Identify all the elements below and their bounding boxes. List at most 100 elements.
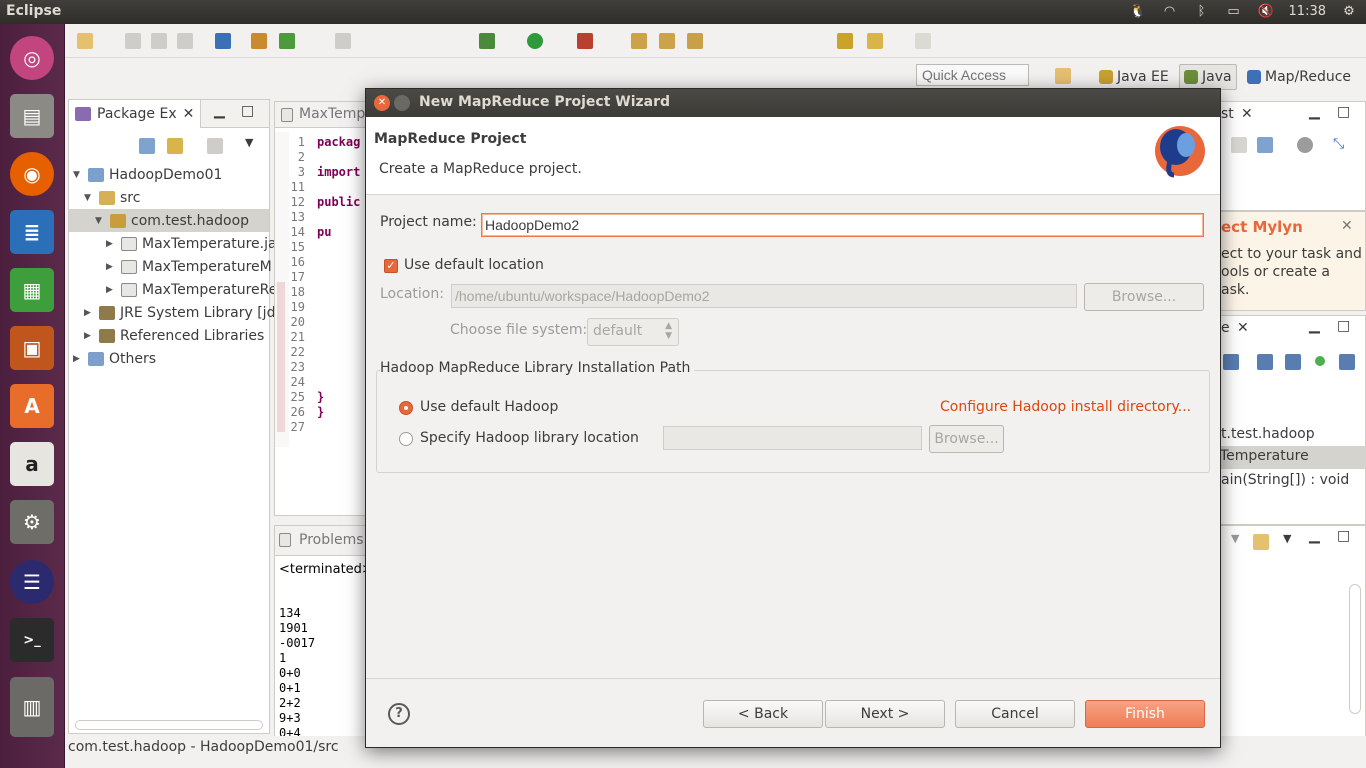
linux-tux-icon[interactable]: 🐧 bbox=[1129, 3, 1147, 19]
previous-edit-icon[interactable] bbox=[837, 33, 853, 49]
browse-hadoop-button[interactable]: Browse... bbox=[929, 425, 1004, 453]
run-icon[interactable] bbox=[527, 33, 543, 49]
tree-item-jre[interactable]: ▶ JRE System Library [jdl bbox=[84, 301, 279, 324]
file-system-select[interactable]: default ▲ ▼ bbox=[587, 318, 679, 346]
maximize-icon[interactable]: □ bbox=[1337, 318, 1350, 334]
minimize-icon[interactable]: ▁ bbox=[1309, 528, 1320, 544]
tree-item-file[interactable]: ▶ MaxTemperatureRe bbox=[106, 278, 277, 301]
launcher-dash-button[interactable]: ◎ bbox=[6, 32, 58, 84]
minimize-window-button[interactable] bbox=[394, 95, 410, 111]
forward-arrow-icon[interactable] bbox=[915, 33, 931, 49]
help-icon[interactable]: ? bbox=[388, 703, 410, 725]
specify-hadoop-location-radio[interactable] bbox=[399, 432, 413, 446]
hide-fields-icon[interactable] bbox=[1257, 354, 1273, 370]
save-icon[interactable] bbox=[125, 33, 141, 49]
gear-icon[interactable]: ⚙ bbox=[1340, 3, 1358, 19]
scheduled-icon[interactable] bbox=[1257, 137, 1273, 153]
debug-icon[interactable] bbox=[479, 33, 495, 49]
launcher-settings-button[interactable]: ⚙ bbox=[6, 496, 58, 548]
maximize-icon[interactable]: □ bbox=[1337, 104, 1350, 120]
location-input[interactable] bbox=[451, 284, 1077, 308]
launcher-terminal-button[interactable]: >_ bbox=[6, 614, 58, 666]
tool-icon[interactable] bbox=[335, 33, 351, 49]
new-icon[interactable] bbox=[77, 33, 93, 49]
maximize-icon[interactable]: □ bbox=[241, 103, 254, 119]
minimize-icon[interactable]: ▁ bbox=[214, 103, 225, 119]
perspective-java-ee[interactable]: Java EE bbox=[1095, 64, 1173, 90]
tree-item-file[interactable]: ▶ MaxTemperatureM bbox=[106, 255, 272, 278]
project-name-input[interactable] bbox=[481, 213, 1204, 237]
hadoop-location-input[interactable] bbox=[663, 426, 922, 450]
hide-nonpublic-icon[interactable] bbox=[1315, 356, 1325, 366]
package-icon[interactable] bbox=[251, 33, 267, 49]
collapse-icon[interactable]: ⤡ bbox=[1333, 136, 1344, 152]
perspective-java[interactable]: Java bbox=[1179, 64, 1237, 90]
pin-icon[interactable] bbox=[215, 33, 231, 49]
tree-item-project[interactable]: ▼ HadoopDemo01 bbox=[73, 163, 222, 186]
horizontal-scrollbar[interactable] bbox=[75, 720, 263, 730]
open-type-icon[interactable] bbox=[631, 33, 647, 49]
hide-local-types-icon[interactable] bbox=[1339, 354, 1355, 370]
focus-task-icon[interactable] bbox=[207, 138, 223, 154]
launcher-eclipse-button[interactable]: ☰ bbox=[6, 556, 58, 608]
open-perspective-icon[interactable] bbox=[1055, 68, 1071, 84]
close-icon[interactable]: ✕ bbox=[183, 106, 195, 122]
sort-icon[interactable] bbox=[1223, 354, 1239, 370]
open-folder-icon[interactable] bbox=[659, 33, 675, 49]
browse-location-button[interactable]: Browse... bbox=[1084, 283, 1204, 311]
launcher-workspaces-button[interactable]: ▥ bbox=[6, 672, 58, 742]
cancel-button[interactable]: Cancel bbox=[955, 700, 1075, 728]
tree-item-libraries[interactable]: ▶ Referenced Libraries bbox=[84, 324, 264, 347]
hide-static-icon[interactable] bbox=[1285, 354, 1301, 370]
refresh-icon[interactable] bbox=[279, 33, 295, 49]
launcher-files-button[interactable]: ▤ bbox=[6, 90, 58, 142]
perspective-mapreduce[interactable]: Map/Reduce bbox=[1243, 64, 1355, 90]
view-menu-icon[interactable]: ▼ bbox=[245, 136, 253, 149]
collapse-all-icon[interactable] bbox=[139, 138, 155, 154]
back-button[interactable]: < Back bbox=[703, 700, 823, 728]
clock[interactable]: 11:38 bbox=[1289, 4, 1326, 19]
open-console-icon[interactable] bbox=[1253, 534, 1269, 550]
tree-item-file[interactable]: ▶ MaxTemperature.ja bbox=[106, 232, 277, 255]
finish-button[interactable]: Finish bbox=[1085, 700, 1205, 728]
outline-item-selected[interactable]: Temperature bbox=[1220, 446, 1366, 469]
close-icon[interactable]: ✕ bbox=[1241, 106, 1253, 122]
back-arrow-icon[interactable] bbox=[867, 33, 883, 49]
launcher-calc-button[interactable]: ▦ bbox=[6, 264, 58, 316]
maximize-icon[interactable]: □ bbox=[1337, 528, 1350, 544]
use-default-location-checkbox[interactable]: ✓ bbox=[384, 259, 398, 273]
view-menu-icon[interactable]: ▼ bbox=[1231, 532, 1239, 545]
minimize-icon[interactable]: ▁ bbox=[1309, 104, 1320, 120]
pen-icon[interactable] bbox=[687, 33, 703, 49]
tree-item-src[interactable]: ▼ src bbox=[84, 186, 140, 209]
wifi-icon[interactable]: ◠ bbox=[1161, 3, 1179, 19]
outline-item[interactable]: t.test.hadoop bbox=[1221, 426, 1315, 442]
tree-item-others[interactable]: ▶ Others bbox=[73, 347, 156, 370]
focus-icon[interactable] bbox=[1297, 137, 1313, 153]
task-list-tab[interactable]: st bbox=[1221, 106, 1234, 122]
dropdown-icon[interactable]: ▼ bbox=[1283, 532, 1291, 545]
close-icon[interactable]: ✕ bbox=[1237, 320, 1249, 336]
next-button[interactable]: Next > bbox=[825, 700, 945, 728]
quick-access-input[interactable] bbox=[916, 64, 1029, 86]
battery-icon[interactable]: ▭ bbox=[1225, 3, 1243, 19]
save-all-icon[interactable] bbox=[151, 33, 167, 49]
launcher-amazon-button[interactable]: a bbox=[6, 438, 58, 490]
external-tools-icon[interactable] bbox=[577, 33, 593, 49]
use-default-hadoop-radio[interactable] bbox=[399, 401, 413, 415]
minimize-icon[interactable]: ▁ bbox=[1309, 318, 1320, 334]
vertical-scrollbar[interactable] bbox=[1349, 584, 1361, 714]
close-icon[interactable]: ✕ bbox=[1341, 218, 1353, 234]
print-icon[interactable] bbox=[177, 33, 193, 49]
launcher-impress-button[interactable]: ▣ bbox=[6, 322, 58, 374]
categorized-icon[interactable] bbox=[1231, 137, 1247, 153]
tree-item-package[interactable]: ▼ com.test.hadoop bbox=[69, 209, 269, 232]
outline-tab[interactable]: e bbox=[1221, 320, 1230, 336]
link-editor-icon[interactable] bbox=[167, 138, 183, 154]
configure-hadoop-link[interactable]: Configure Hadoop install directory... bbox=[940, 399, 1191, 415]
tab-package-explorer[interactable]: Package Ex ✕ bbox=[69, 100, 202, 128]
bluetooth-icon[interactable]: ᛒ bbox=[1193, 3, 1211, 19]
tab-problems[interactable]: Problems bbox=[299, 532, 364, 548]
launcher-software-center-button[interactable]: A bbox=[6, 380, 58, 432]
outline-item[interactable]: ain(String[]) : void bbox=[1221, 472, 1349, 488]
